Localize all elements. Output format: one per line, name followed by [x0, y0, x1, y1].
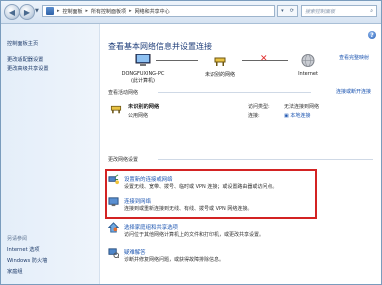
active-network-name: 未识别的网络 [128, 104, 160, 110]
breadcrumb-item[interactable]: 控制面板 [63, 8, 83, 15]
internet-label: Internet [298, 71, 318, 77]
breadcrumb-item[interactable]: 所有控制面板项 [91, 8, 126, 15]
connections-label: 连接: [248, 113, 260, 119]
task-description: 诊断并修复网络问题，或获得故障排除信息。 [124, 257, 225, 263]
page-title: 查看基本网络信息并设置连接 [108, 42, 212, 51]
network-bench-icon [214, 57, 226, 66]
breadcrumb-item[interactable]: 网络和共享中心 [135, 8, 170, 15]
see-also-windows-firewall[interactable]: Windows 防火墙 [7, 257, 47, 264]
computer-icon [135, 53, 151, 66]
search-icon[interactable]: ⌕ [370, 8, 373, 14]
connect-disconnect-link[interactable]: 连接或断开连接 [336, 88, 371, 95]
task-description: 访问位于其他网络计算机上的文件和打印机，或更改共享设置。 [124, 232, 265, 238]
map-this-computer[interactable]: DONGFUXING-PC (此计算机) [116, 53, 170, 84]
task-troubleshoot[interactable]: 疑难解答 诊断并修复网络问题，或获得故障排除信息。 [108, 247, 370, 267]
breadcrumb-separator-icon: ▸ [85, 8, 89, 14]
map-internet[interactable]: Internet [288, 54, 328, 77]
globe-icon [301, 54, 315, 67]
recent-pages-dropdown-icon[interactable]: ▼ [35, 8, 39, 14]
pc-sub-label: (此计算机) [131, 78, 155, 84]
access-type-label: 访问类型: [248, 104, 270, 110]
main-content: ? 查看基本网络信息并设置连接 查看完整映射 DONGFUXING-PC (此计… [100, 24, 381, 284]
address-dropdown-icon[interactable]: ▾ [281, 8, 284, 14]
search-input[interactable]: 搜索控制面板 ⌕ [301, 5, 377, 17]
local-connection-link[interactable]: ▣ 本地连接 [284, 112, 310, 119]
address-bar[interactable]: ▸ 控制面板 ▸ 所有控制面板项 ▸ 网络和共享中心 [42, 5, 275, 17]
task-connect-to-network[interactable]: 连接到网络 连接到或重新连接到无线、有线、拨号或 VPN 网络连接。 [108, 196, 370, 216]
back-button[interactable]: ◀ [4, 4, 20, 20]
refresh-icon[interactable]: ⟳ [290, 8, 294, 14]
task-title[interactable]: 疑难解答 [124, 248, 146, 256]
active-network-type[interactable]: 公用网络 [128, 112, 148, 119]
connect-network-icon [108, 197, 119, 207]
divider [158, 159, 373, 160]
see-also-internet-options[interactable]: Internet 选项 [7, 246, 40, 253]
breadcrumb-separator-icon: ▸ [129, 8, 132, 14]
view-full-map-link[interactable]: 查看完整映射 [339, 54, 369, 61]
map-network[interactable]: 未识别的网络 [198, 54, 242, 78]
homegroup-icon [108, 222, 119, 233]
control-panel-icon [46, 7, 54, 15]
network-name: 未识别的网络 [204, 72, 235, 78]
active-networks-heading: 查看活动网络 [108, 90, 139, 96]
divider [158, 92, 311, 93]
control-panel-window: ◀ ▶ ▼ ▸ 控制面板 ▸ 所有控制面板项 ▸ 网络和共享中心 ▾ ⟳ 搜索控… [0, 0, 382, 285]
see-also-homegroup[interactable]: 家庭组 [7, 268, 23, 275]
left-nav-pane: 控制面板主页 更改适配器设置 更改高级共享设置 另请参阅 Internet 选项… [1, 24, 100, 284]
map-link-line [156, 60, 198, 61]
task-description: 设置无线、宽带、拨号、临时或 VPN 连接；或设置路由器或访问点。 [124, 184, 278, 190]
network-bench-icon [110, 105, 122, 114]
address-toolbar: ◀ ▶ ▼ ▸ 控制面板 ▸ 所有控制面板项 ▸ 网络和共享中心 ▾ ⟳ 搜索控… [1, 1, 381, 24]
task-title[interactable]: 选择家庭组和共享选项 [124, 223, 178, 231]
task-title[interactable]: 设置新的连接或网络 [124, 175, 173, 183]
help-icon[interactable]: ? [368, 31, 376, 39]
troubleshoot-icon [108, 248, 119, 258]
breadcrumb-separator-icon: ▸ [57, 8, 60, 14]
task-title[interactable]: 连接到网络 [124, 197, 151, 205]
nav-control-panel-home[interactable]: 控制面板主页 [7, 40, 38, 47]
nav-change-advanced-sharing[interactable]: 更改高级共享设置 [7, 65, 49, 72]
forward-button[interactable]: ▶ [19, 4, 35, 20]
local-connection-label: 本地连接 [290, 113, 311, 119]
change-settings-heading: 更改网络设置 [108, 157, 139, 163]
see-also-heading: 另请参阅 [7, 236, 28, 242]
task-setup-connection[interactable]: 设置新的连接或网络 设置无线、宽带、拨号、临时或 VPN 连接；或设置路由器或访… [108, 174, 370, 196]
nav-change-adapter-settings[interactable]: 更改适配器设置 [7, 56, 43, 63]
task-description: 连接到或重新连接到无线、有线、拨号或 VPN 网络连接。 [124, 206, 253, 212]
search-placeholder: 搜索控制面板 [305, 8, 336, 15]
disconnected-x-icon: ✕ [260, 54, 268, 64]
task-homegroup-sharing[interactable]: 选择家庭组和共享选项 访问位于其他网络计算机上的文件和打印机，或更改共享设置。 [108, 222, 370, 242]
new-connection-icon [108, 174, 119, 185]
network-map: DONGFUXING-PC (此计算机) 未识别的网络 ✕ Internet [108, 53, 330, 104]
access-type-value: 无法连接到网络 [284, 104, 320, 110]
address-buttons: ▾ ⟳ [277, 5, 298, 17]
